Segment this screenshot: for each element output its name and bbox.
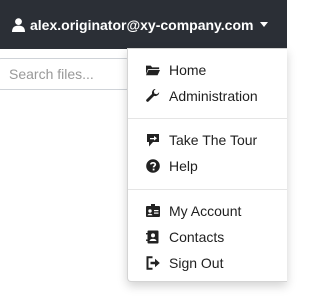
folder-open-icon	[146, 65, 160, 76]
address-book-icon	[146, 230, 159, 244]
search-files-input[interactable]	[0, 58, 129, 90]
menu-item-label: Home	[169, 62, 207, 78]
user-icon	[12, 17, 25, 32]
signpost-icon	[147, 134, 159, 147]
user-email: alex.originator@xy-company.com	[30, 16, 254, 33]
wrench-icon	[146, 89, 160, 102]
menu-item-sign-out[interactable]: Sign Out	[128, 251, 287, 275]
menu-item-help[interactable]: Help	[128, 154, 287, 178]
menu-item-label: Take The Tour	[169, 132, 258, 148]
user-menu-toggle[interactable]: alex.originator@xy-company.com	[0, 0, 276, 49]
menu-item-label: Administration	[169, 88, 258, 104]
menu-item-contacts[interactable]: Contacts	[128, 225, 287, 249]
sign-out-icon	[146, 256, 160, 270]
menu-item-label: Help	[169, 158, 198, 174]
menu-item-home[interactable]: Home	[128, 58, 287, 82]
menu-divider	[128, 189, 287, 190]
menu-item-label: Contacts	[169, 229, 225, 245]
menu-item-administration[interactable]: Administration	[128, 84, 287, 108]
menu-divider	[128, 118, 287, 119]
id-card-icon	[146, 204, 160, 217]
menu-item-label: Sign Out	[169, 255, 224, 271]
top-bar: alex.originator@xy-company.com	[0, 0, 287, 49]
menu-item-take-the-tour[interactable]: Take The Tour	[128, 128, 287, 152]
user-dropdown-menu: Home Administration Take The Tour Help M…	[127, 48, 287, 282]
caret-down-icon	[260, 22, 269, 27]
file-panel	[0, 49, 130, 296]
question-circle-icon	[146, 159, 160, 173]
menu-item-label: My Account	[169, 203, 242, 219]
menu-item-my-account[interactable]: My Account	[128, 199, 287, 223]
